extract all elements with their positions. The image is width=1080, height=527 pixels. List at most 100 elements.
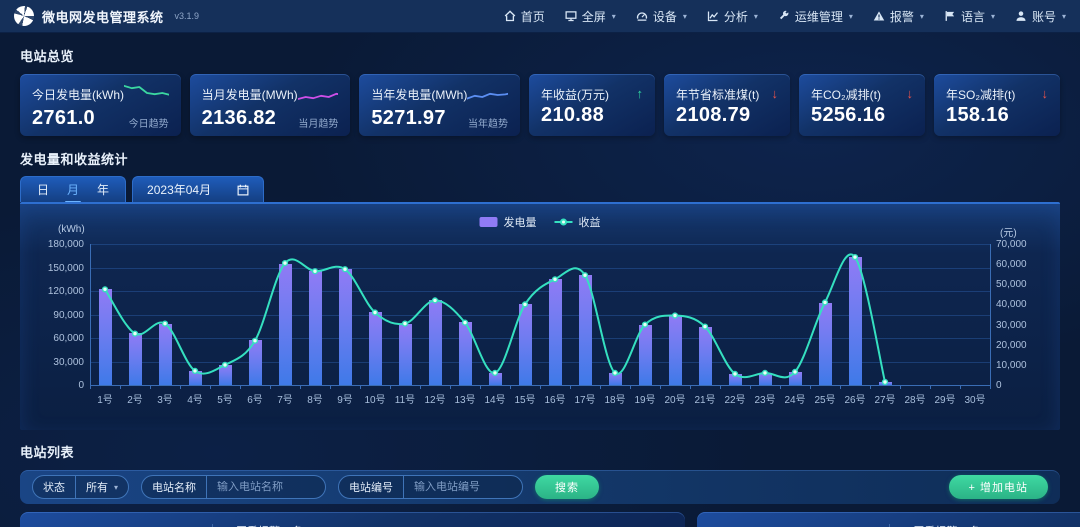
- stat-card-5: 年CO₂减排(t)↓5256.16: [799, 74, 925, 136]
- alert-icon: [873, 10, 885, 22]
- status-filter-dropdown[interactable]: 所有 ▾: [76, 479, 128, 495]
- nav-item-6[interactable]: 语言 ▾: [944, 8, 995, 25]
- home-icon: [504, 10, 516, 22]
- station-card-0[interactable]: 华珍二期(3000)正常严重报警0条重要报警0条当前功率(kW)今日发电(kWh…: [20, 512, 685, 527]
- station-cards-row: 华珍二期(3000)正常严重报警0条重要报警0条当前功率(kW)今日发电(kWh…: [20, 512, 1060, 527]
- nav-item-label: 首页: [521, 8, 545, 25]
- chevron-down-icon: ▾: [114, 483, 118, 492]
- nav-item-label: 运维管理: [795, 8, 843, 25]
- left-axis-tick: 150,000: [24, 263, 84, 274]
- station-code-input[interactable]: [404, 481, 522, 493]
- bar-20号: [669, 315, 682, 385]
- nav-item-2[interactable]: 设备▾: [636, 8, 687, 25]
- stat-card-1: 当月发电量(MWh)2136.82当月趋势: [190, 74, 351, 136]
- station-list-title: 电站列表: [20, 430, 1060, 461]
- x-axis-tickmark: [540, 385, 541, 389]
- arrow-down-icon: ↓: [1042, 82, 1049, 101]
- bar-14号: [489, 373, 502, 386]
- tab-period-2[interactable]: 年: [95, 179, 111, 200]
- nav-item-3[interactable]: 分析▾: [707, 8, 758, 25]
- x-axis-tickmark: [90, 385, 91, 389]
- user-icon: [1015, 10, 1027, 22]
- nav-item-label: 报警: [890, 8, 914, 25]
- stat-card-label: 年CO₂减排(t): [811, 82, 881, 103]
- x-axis-label: 1号: [90, 391, 120, 406]
- gridline: [90, 244, 990, 245]
- x-axis-label: 5号: [210, 391, 240, 406]
- status-filter-label: 状态: [33, 476, 76, 498]
- nav-item-1[interactable]: 全屏▾: [565, 8, 616, 25]
- left-axis-tick: 90,000: [24, 310, 84, 321]
- stat-card-0: 今日发电量(kWh)2761.0今日趋势: [20, 74, 181, 136]
- x-axis-label: 23号: [750, 391, 780, 406]
- station-card-1[interactable]: 华珍二期(3001)正常严重报警0条重要报警0条当前功率(kW)今日发电(kWh…: [697, 512, 1080, 527]
- stat-card-value: 158.16: [946, 104, 1009, 127]
- x-axis-label: 2号: [120, 391, 150, 406]
- station-name-cell: 华珍二期(3000)正常: [34, 518, 212, 527]
- tab-period-0[interactable]: 日: [35, 179, 51, 200]
- x-axis-label: 30号: [960, 391, 990, 406]
- app-version: v3.1.9: [175, 11, 200, 21]
- x-axis-tickmark: [210, 385, 211, 389]
- station-name-filter: 电站名称: [141, 475, 326, 499]
- x-axis-tickmark: [420, 385, 421, 389]
- stats-section-title: 发电量和收益统计: [20, 136, 1060, 168]
- x-axis-label: 26号: [840, 391, 870, 406]
- x-axis-label: 4号: [180, 391, 210, 406]
- monitor-icon: [565, 10, 577, 22]
- x-axis-label: 11号: [390, 391, 420, 406]
- bar-6号: [249, 340, 262, 385]
- station-name-input[interactable]: [207, 481, 325, 493]
- bar-16号: [549, 279, 562, 385]
- x-axis-tickmark: [870, 385, 871, 389]
- x-axis-label: 16号: [540, 391, 570, 406]
- alarm-label: 严重报警: [913, 523, 957, 527]
- bar-swatch-icon: [480, 217, 498, 227]
- x-axis-label: 22号: [720, 391, 750, 406]
- nav-item-4[interactable]: 运维管理 ▾: [778, 8, 853, 25]
- x-axis-tickmark: [840, 385, 841, 389]
- nav-item-5[interactable]: 报警▾: [873, 8, 924, 25]
- station-code-filter-label: 电站编号: [339, 476, 404, 498]
- x-axis-tickmark: [780, 385, 781, 389]
- legend-item-generation[interactable]: 发电量: [480, 214, 537, 230]
- chevron-down-icon: ▾: [849, 12, 853, 21]
- main-content: 电站总览 今日发电量(kWh)2761.0今日趋势当月发电量(MWh)2136.…: [0, 33, 1080, 527]
- flag-icon: [944, 10, 956, 22]
- stat-card-label: 当月发电量(MWh): [202, 82, 298, 103]
- x-axis-tickmark: [450, 385, 451, 389]
- chevron-down-icon: ▾: [991, 12, 995, 21]
- stat-card-2: 当年发电量(MWh)5271.97当年趋势: [359, 74, 520, 136]
- trend-sparkline-icon: [124, 80, 169, 106]
- status-filter: 状态 所有 ▾: [32, 475, 129, 499]
- x-axis-tickmark: [690, 385, 691, 389]
- x-axis-label: 24号: [780, 391, 810, 406]
- bar-24号: [789, 372, 802, 385]
- search-button[interactable]: 搜索: [535, 475, 599, 499]
- stat-card-label: 今日发电量(kWh): [32, 82, 124, 103]
- date-picker[interactable]: 2023年04月: [132, 176, 264, 202]
- date-picker-value: 2023年04月: [147, 181, 211, 198]
- legend-item-revenue[interactable]: 收益: [555, 214, 601, 230]
- nav-item-label: 语言: [961, 8, 985, 25]
- x-axis-label: 12号: [420, 391, 450, 406]
- x-axis-tickmark: [630, 385, 631, 389]
- x-axis-tickmark: [390, 385, 391, 389]
- nav-item-label: 账号: [1032, 8, 1056, 25]
- bar-5号: [219, 365, 232, 385]
- chevron-down-icon: ▾: [1062, 12, 1066, 21]
- bar-25号: [819, 303, 832, 385]
- nav-item-label: 设备: [653, 8, 677, 25]
- bar-4号: [189, 371, 202, 385]
- x-axis-tickmark: [330, 385, 331, 389]
- stat-card-value: 5271.97: [371, 107, 445, 130]
- nav-item-0[interactable]: 首页: [504, 8, 545, 25]
- station-name-cell: 华珍二期(3001)正常: [711, 518, 889, 527]
- x-axis-label: 6号: [240, 391, 270, 406]
- app-brand[interactable]: 微电网发电管理系统 v3.1.9: [14, 6, 199, 26]
- stat-card-value: 2136.82: [202, 107, 276, 130]
- tab-period-1[interactable]: 月: [65, 179, 81, 200]
- nav-item-7[interactable]: 账号 ▾: [1015, 8, 1066, 25]
- add-station-button[interactable]: + 增加电站: [949, 475, 1048, 499]
- left-axis-unit: (kWh): [58, 224, 85, 235]
